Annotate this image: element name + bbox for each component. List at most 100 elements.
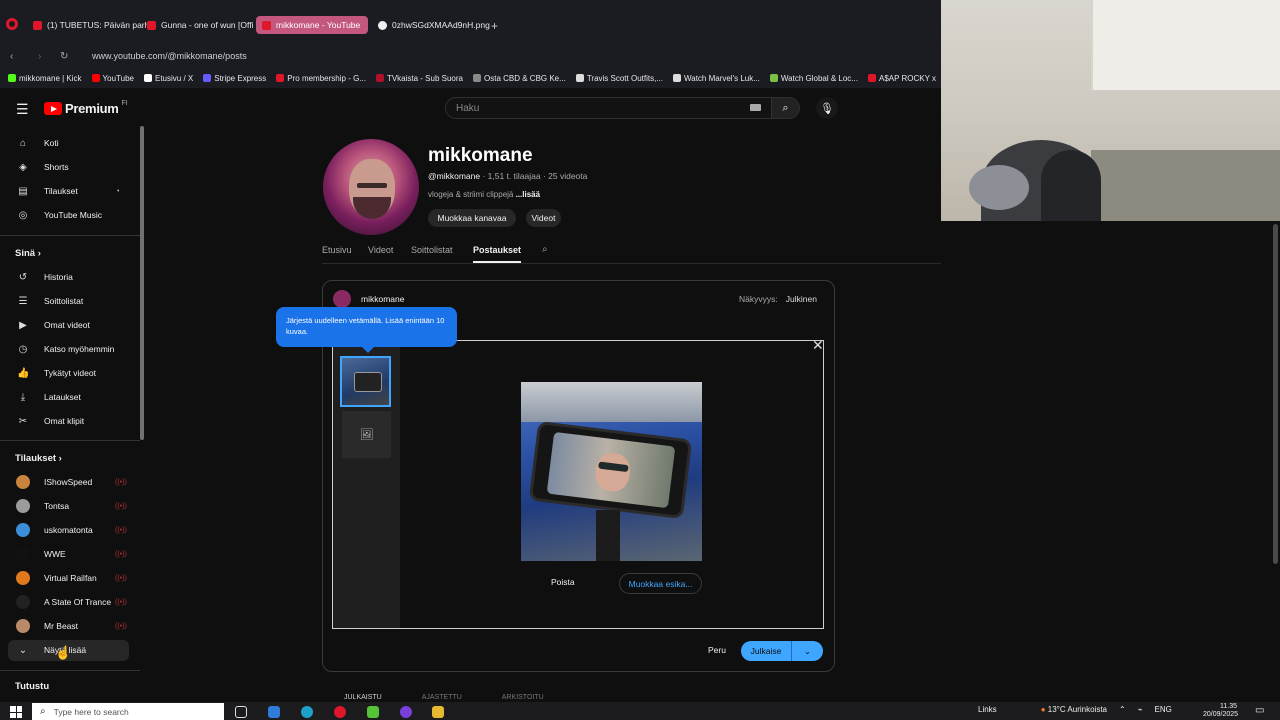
voice-search-button[interactable]: 🎙 xyxy=(816,97,838,119)
reload-icon[interactable]: ↻ xyxy=(60,51,74,62)
taskbar-clock[interactable]: 11.35 20/09/2025 xyxy=(1203,703,1238,719)
cancel-button[interactable]: Peru xyxy=(708,645,726,655)
chevron-down-icon[interactable]: ⌄ xyxy=(792,647,823,656)
bookmark-item[interactable]: Watch Marvel's Luk... xyxy=(672,74,760,83)
weather-widget[interactable]: ● 13°C Aurinkoista xyxy=(1041,705,1107,714)
url-field[interactable]: www.youtube.com/@mikkomane/posts xyxy=(92,51,247,61)
browser-tab[interactable]: 0zhwSGdXMAAd9nH.png xyxy=(372,16,496,34)
app-icon[interactable] xyxy=(268,706,280,718)
opera-icon[interactable] xyxy=(334,706,346,718)
obs-icon[interactable] xyxy=(400,706,412,718)
description-more-link[interactable]: ...lisää xyxy=(516,190,540,199)
sidebar-item[interactable]: ⌂ Koti xyxy=(0,132,140,154)
post-username: mikkomane xyxy=(361,294,405,304)
preview-phone xyxy=(528,420,693,520)
youtube-premium-logo[interactable]: Premium FI xyxy=(44,100,128,116)
links-toolbar[interactable]: Links xyxy=(978,705,997,714)
bookmark-item[interactable]: A$AP ROCKY x xyxy=(867,74,936,83)
subscription-item[interactable]: A State Of Trance ((•)) xyxy=(0,591,140,613)
notifications-icon[interactable]: ▭ xyxy=(1255,705,1264,716)
taskbar-search-input[interactable]: ⌕ Type here to search xyxy=(32,703,224,720)
new-tab-button[interactable]: + xyxy=(491,19,498,33)
subscription-item[interactable]: uskomatonta ((•)) xyxy=(0,519,140,541)
keyboard-icon[interactable] xyxy=(750,104,761,111)
add-image-button[interactable]: 🖼 xyxy=(342,411,391,458)
tray-overflow-icon[interactable]: ⌃ xyxy=(1119,705,1126,714)
subscription-item[interactable]: WWE ((•)) xyxy=(0,543,140,565)
subscription-item[interactable]: Tontsa ((•)) xyxy=(0,495,140,517)
image-thumbnail[interactable] xyxy=(340,356,391,407)
sidebar-item-label: Mr Beast xyxy=(44,621,79,631)
bookmark-item[interactable]: mikkomane | Kick xyxy=(8,74,82,83)
search-button[interactable]: ⌕ xyxy=(772,97,800,119)
close-icon[interactable]: ✕ xyxy=(812,337,824,354)
back-icon[interactable]: ‹ xyxy=(10,51,24,62)
sidebar-item[interactable]: ▤ Tilaukset • xyxy=(0,180,140,202)
sidebar-item[interactable]: ✂ Omat klipit xyxy=(0,410,140,432)
tab-posts[interactable]: Postaukset xyxy=(473,245,521,255)
tab-playlists[interactable]: Soittolistat xyxy=(411,245,453,255)
tab-home[interactable]: Etusivu xyxy=(322,245,352,255)
bookmark-item[interactable]: Etusivu / X xyxy=(143,74,193,83)
sidebar-item[interactable]: ◎ YouTube Music xyxy=(0,204,140,226)
live-icon: ((•)) xyxy=(115,598,127,606)
bookmark-label: Watch Global & Loc... xyxy=(780,73,858,83)
channel-avatar-small xyxy=(16,475,30,489)
sidebar-item[interactable]: ▶ Omat videot xyxy=(0,314,140,336)
sidebar-item[interactable]: ◷ Katso myöhemmin xyxy=(0,338,140,360)
subscription-item[interactable]: Virtual Railfan ((•)) xyxy=(0,567,140,589)
hamburger-menu-icon[interactable]: ☰ xyxy=(16,101,29,118)
tab-archived[interactable]: ARKISTOITU xyxy=(502,694,544,701)
sidebar-item[interactable]: ⤓ Lataukset xyxy=(0,386,140,408)
explore-heading[interactable]: Tutustu xyxy=(15,681,49,692)
forward-icon[interactable]: › xyxy=(38,51,52,62)
windows-start-icon[interactable] xyxy=(10,706,22,718)
bookmark-item[interactable]: Osta CBD & CBG Ke... xyxy=(473,74,566,83)
weather-icon: ● xyxy=(1040,705,1046,714)
search-input[interactable]: Haku xyxy=(445,97,772,119)
bookmark-favicon-icon xyxy=(375,74,384,82)
delete-image-button[interactable]: Poista xyxy=(551,577,575,587)
task-view-icon[interactable] xyxy=(235,706,247,718)
you-heading[interactable]: Sinä › xyxy=(15,248,41,259)
bookmark-item[interactable]: YouTube xyxy=(91,74,134,83)
opera-logo-icon[interactable] xyxy=(6,18,18,30)
channel-description[interactable]: vlogeja & striimi clippejä ...lisää xyxy=(428,190,540,199)
sidebar-item[interactable]: 👍 Tykätyt videot xyxy=(0,362,140,384)
browser-tab-active[interactable]: mikkomane - YouTube xyxy=(256,16,368,34)
bookmark-label: TVkaista - Sub Suora xyxy=(386,73,463,83)
subscription-item[interactable]: IShowSpeed ((•)) xyxy=(0,471,140,493)
tab-videos[interactable]: Videot xyxy=(368,245,393,255)
add-image-icon: 🖼 xyxy=(359,429,374,441)
sidebar-item[interactable]: ☰ Soittolistat xyxy=(0,290,140,312)
file-explorer-icon[interactable] xyxy=(432,706,444,718)
kick-icon[interactable] xyxy=(367,706,379,718)
playlists-icon: ☰ xyxy=(18,295,28,307)
channel-search-icon[interactable]: ⌕ xyxy=(542,244,548,255)
browser-tab[interactable]: (1) TUBETUS: Päivän parh xyxy=(27,16,155,34)
tab-scheduled[interactable]: AJASTETTU xyxy=(422,694,462,701)
sidebar-item[interactable]: ↺ Historia xyxy=(0,266,140,288)
bookmark-item[interactable]: TVkaista - Sub Suora xyxy=(375,73,463,83)
manage-videos-button[interactable]: Videot xyxy=(526,209,561,227)
sidebar-item-label: YouTube Music xyxy=(44,210,102,220)
page-scrollbar[interactable] xyxy=(1273,224,1278,564)
thumbnail-phone xyxy=(354,372,382,392)
sidebar-item[interactable]: ◈ Shorts xyxy=(0,156,140,178)
bookmark-item[interactable]: Pro membership - G... xyxy=(276,74,366,83)
visibility-selector[interactable]: Näkyvyys: Julkinen xyxy=(739,294,817,304)
tab-published[interactable]: JULKAISTU xyxy=(344,694,382,701)
subscriptions-heading[interactable]: Tilaukset › xyxy=(15,453,62,464)
edit-preview-button[interactable]: Muokkaa esika... xyxy=(619,573,702,594)
bookmark-item[interactable]: Travis Scott Outfits,... xyxy=(575,74,663,83)
sidebar-scrollbar[interactable] xyxy=(140,126,144,440)
edge-icon[interactable] xyxy=(301,706,313,718)
network-icon[interactable]: ⌁ xyxy=(1138,705,1143,714)
publish-button[interactable]: Julkaise ⌄ xyxy=(741,641,823,661)
language-indicator[interactable]: ENG xyxy=(1155,705,1172,714)
customize-channel-button[interactable]: Muokkaa kanavaa xyxy=(428,209,516,227)
browser-tab[interactable]: Gunna - one of wun [Offi xyxy=(141,16,259,34)
subscription-item[interactable]: Mr Beast ((•)) xyxy=(0,615,140,637)
bookmark-item[interactable]: Stripe Express xyxy=(203,74,266,83)
bookmark-item[interactable]: Watch Global & Loc... xyxy=(769,73,858,83)
